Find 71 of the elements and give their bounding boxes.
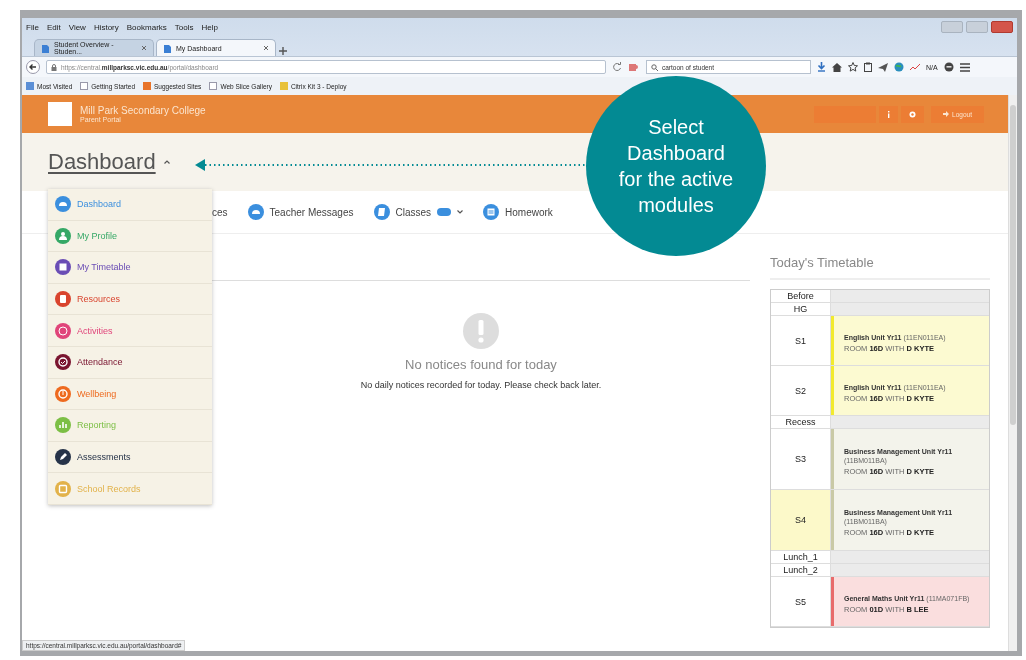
period-cell: S5 [771,577,831,627]
settings-icon [909,110,917,118]
count-badge [437,208,452,216]
star-icon[interactable] [848,62,858,72]
document-icon [483,204,500,220]
empty-state-title: No notices found for today [405,357,557,372]
period-cell: S1 [771,316,831,366]
exclamation-icon [463,313,499,349]
pencil-icon [55,449,71,466]
logout-icon [943,111,950,117]
menu-item[interactable]: Attendance [48,346,212,379]
empty-state-message: No daily notices recorded for today. Please check back later. [360,380,602,390]
menu-item[interactable]: View [68,22,86,32]
period-cell: Recess [771,416,831,429]
scrollbar[interactable] [1008,95,1017,651]
nav-link[interactable]: ces [212,206,228,218]
school-name: Mill Park Secondary College [80,105,206,116]
plus-icon[interactable] [278,46,288,56]
period-cell: S2 [771,366,831,416]
caret-icon[interactable] [163,160,170,164]
period-cell: Lunch_2 [771,564,831,577]
page-icon [41,43,49,53]
page-title[interactable]: Dashboard [48,149,156,175]
panel-title: Today's Timetable [770,255,990,280]
globe-icon[interactable] [894,62,904,72]
download-icon[interactable] [817,62,826,72]
lock-icon [51,63,57,71]
menu-item[interactable]: Tools [174,22,194,32]
search-icon [651,63,658,71]
period-cell: HG [771,303,831,316]
school-logo [48,102,72,126]
menu-item[interactable]: Bookmarks [126,22,167,32]
back-arrow-icon[interactable] [26,60,40,74]
reload-icon[interactable] [612,62,622,72]
nav-link[interactable]: Teacher Messages [247,204,354,220]
period-cell: S4 [771,490,831,551]
menu-item[interactable]: Assessments [48,441,212,474]
document-icon [55,291,71,308]
chart-icon[interactable] [910,63,920,71]
period-cell: S3 [771,429,831,490]
speedometer-icon [55,196,71,213]
clipboard-icon[interactable] [864,62,872,72]
chevron-icon [457,210,464,214]
nav-link[interactable]: Classes [373,204,464,220]
nav-link[interactable]: Homework [483,204,553,220]
check-circle-icon [55,354,71,371]
period-cell: Before [771,290,831,303]
menu-item[interactable]: Edit [46,22,61,32]
period-cell: Lunch_1 [771,551,831,564]
speedometer-icon [247,204,264,220]
bar-chart-icon [55,417,71,434]
bookmark-icon[interactable] [209,82,218,90]
close-icon[interactable] [141,45,147,51]
person-icon [55,227,71,244]
book-icon [373,204,390,220]
menu-item[interactable]: My Timetable [48,252,212,284]
menu-icon[interactable] [959,62,970,72]
close-icon[interactable] [263,45,269,51]
menu-item[interactable]: Help [201,22,218,32]
page-icon [163,43,171,53]
info-icon [887,110,891,118]
bookmark-icon[interactable] [143,82,152,90]
menu-item[interactable]: History [93,22,119,32]
menu-item[interactable]: Resources [48,283,212,316]
bookmark-icon[interactable] [80,82,89,90]
paper-plane-icon[interactable] [878,62,888,72]
menu-item[interactable]: File [26,22,39,32]
settings-button[interactable] [901,105,925,123]
ball-icon [55,322,71,339]
menu-item[interactable]: Activities [48,315,212,347]
home-icon[interactable] [832,62,842,72]
